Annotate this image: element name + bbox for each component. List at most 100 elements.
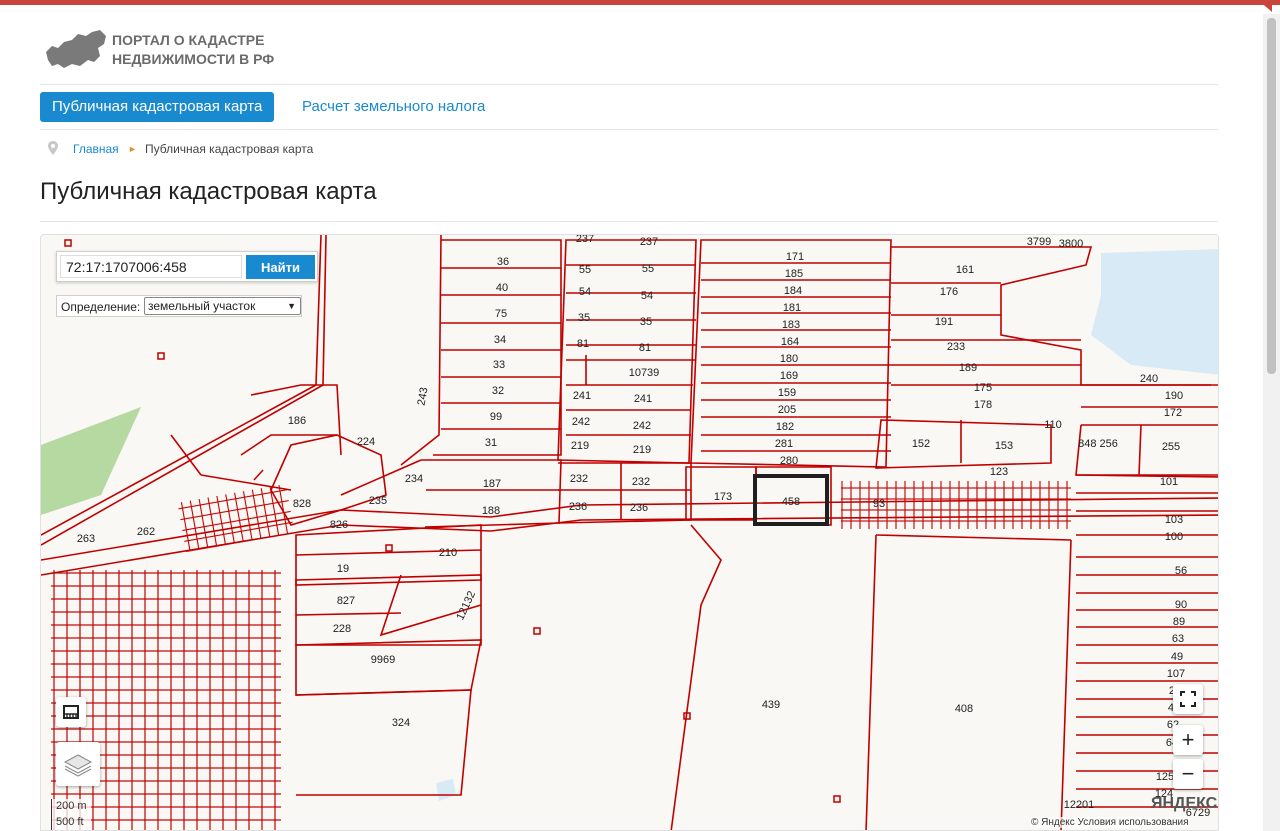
parcel-label: 236 — [569, 501, 587, 513]
parcel-label: 93 — [873, 498, 885, 510]
breadcrumb-current: Публичная кадастровая карта — [145, 142, 314, 156]
parcel-label: 173 — [714, 491, 732, 503]
parcel-label: 55 — [642, 263, 654, 275]
top-accent-bar — [0, 0, 1280, 5]
parcel-label: 237 — [576, 235, 594, 245]
zoom-out-button[interactable]: − — [1173, 759, 1203, 789]
parcel-label: 103 — [1165, 514, 1183, 526]
definition-select[interactable]: земельный участок ▼ — [144, 297, 301, 315]
parcel-label: 224 — [357, 436, 375, 448]
layers-icon — [63, 754, 93, 777]
logo-line-1: ПОРТАЛ О КАДАСТРЕ — [112, 32, 265, 48]
logo-line-2: НЕДВИЖИМОСТИ В РФ — [112, 51, 275, 67]
ruler-icon — [63, 705, 79, 719]
parcel-label: 164 — [781, 336, 799, 348]
parcel-label: 36 — [497, 256, 509, 268]
parcel-label: 185 — [785, 268, 803, 280]
parcel-label: 228 — [333, 623, 351, 635]
parcel-label: 19 — [337, 563, 349, 575]
parcel-label: 281 — [775, 438, 793, 450]
map-canvas[interactable]: 237 237 36 55 55 171 185 184 181 183 164… — [41, 235, 1219, 831]
definition-selector: Определение: земельный участок ▼ — [56, 295, 302, 317]
parcel-label: 12201 — [1064, 799, 1095, 811]
parcel-label: 236 — [630, 502, 648, 514]
cadastral-number-input[interactable] — [60, 255, 242, 278]
parcel-label: 408 — [955, 703, 973, 715]
parcel-label: 262 — [137, 526, 155, 538]
map-copyright[interactable]: © Яндекс Условия использования — [1031, 817, 1189, 828]
parcel-label: 263 — [77, 533, 95, 545]
nav-divider — [40, 129, 1218, 130]
tab-cadastral-map[interactable]: Публичная кадастровая карта — [40, 92, 275, 122]
parcel-label: 458 — [782, 496, 800, 508]
parcel-label: 183 — [782, 319, 800, 331]
parcel-label: 172 — [1164, 407, 1182, 419]
parcel-label: 439 — [762, 699, 780, 711]
cadastral-map[interactable]: 237 237 36 55 55 171 185 184 181 183 164… — [40, 234, 1219, 831]
parcel-label: 34 — [494, 334, 506, 346]
parcel-label: 241 — [573, 390, 591, 402]
parcel-label: 152 — [912, 438, 930, 450]
parcel-label: 848 256 — [1078, 438, 1118, 450]
parcel-label: 184 — [784, 285, 802, 297]
parcel-label: 232 — [570, 473, 588, 485]
parcel-label: 182 — [776, 421, 794, 433]
search-button[interactable]: Найти — [246, 255, 315, 279]
parcel-label: 241 — [634, 393, 652, 405]
tab-land-tax[interactable]: Расчет земельного налога — [302, 92, 485, 122]
title-divider — [40, 221, 1218, 222]
parcel-label: 190 — [1165, 390, 1183, 402]
parcel-label: 169 — [780, 370, 798, 382]
parcel-label: 191 — [935, 316, 953, 328]
header-divider — [40, 84, 1218, 85]
parcel-label: 237 — [640, 236, 658, 248]
parcel-label: 9969 — [371, 654, 395, 666]
location-pin-icon — [48, 141, 58, 155]
ruler-button[interactable] — [56, 697, 86, 727]
page-title: Публичная кадастровая карта — [40, 178, 377, 205]
parcel-label: 63 — [1172, 633, 1184, 645]
parcel-label: 189 — [959, 362, 977, 374]
parcel-label: 123 — [990, 466, 1008, 478]
fullscreen-icon — [1180, 691, 1196, 707]
parcel-label: 161 — [956, 264, 974, 276]
parcel-label: 56 — [1175, 565, 1187, 577]
parcel-label: 233 — [947, 341, 965, 353]
page-scrollbar[interactable] — [1263, 14, 1280, 831]
parcel-label: 178 — [974, 399, 992, 411]
parcel-label: 828 — [293, 498, 311, 510]
parcel-label: 55 — [579, 264, 591, 276]
parcel-label: 235 — [369, 495, 387, 507]
zoom-in-button[interactable]: + — [1173, 725, 1203, 755]
definition-value: земельный участок — [148, 299, 256, 313]
parcel-label: 242 — [572, 416, 590, 428]
russia-map-logo-icon[interactable] — [44, 28, 108, 70]
parcel-label: 31 — [485, 437, 497, 449]
scale-metric: 200 m — [51, 799, 91, 815]
parcel-label: 125 — [1156, 771, 1174, 783]
site-header: ПОРТАЛ О КАДАСТРЕ НЕДВИЖИМОСТИ В РФ — [40, 24, 1218, 84]
parcel-label: 40 — [496, 282, 508, 294]
logo-text[interactable]: ПОРТАЛ О КАДАСТРЕ НЕДВИЖИМОСТИ В РФ — [112, 31, 274, 69]
parcel-label: 35 — [578, 312, 590, 324]
parcel-label: 219 — [571, 440, 589, 452]
parcel-label: 234 — [405, 473, 423, 485]
parcel-label: 188 — [482, 505, 500, 517]
parcel-label: 110 — [1044, 419, 1062, 431]
parcel-label: 54 — [579, 286, 591, 298]
parcel-label: 175 — [974, 382, 992, 394]
parcel-label: 54 — [641, 290, 653, 302]
breadcrumb-separator-icon: ► — [128, 144, 137, 154]
parcel-label: 3800 — [1059, 238, 1083, 250]
yandex-logo[interactable]: ЯНДЕКС — [1151, 795, 1217, 813]
breadcrumb-home-link[interactable]: Главная — [73, 141, 119, 157]
layers-button[interactable] — [56, 742, 100, 786]
parcel-label: 75 — [495, 308, 507, 320]
parcel-label: 49 — [1171, 651, 1183, 663]
parcel-label: 32 — [492, 385, 504, 397]
parcel-label: 187 — [483, 478, 501, 490]
fullscreen-button[interactable] — [1173, 684, 1203, 714]
scrollbar-thumb[interactable] — [1267, 18, 1276, 374]
parcel-label: 35 — [640, 316, 652, 328]
cadastral-search-bar: Найти — [56, 251, 318, 282]
